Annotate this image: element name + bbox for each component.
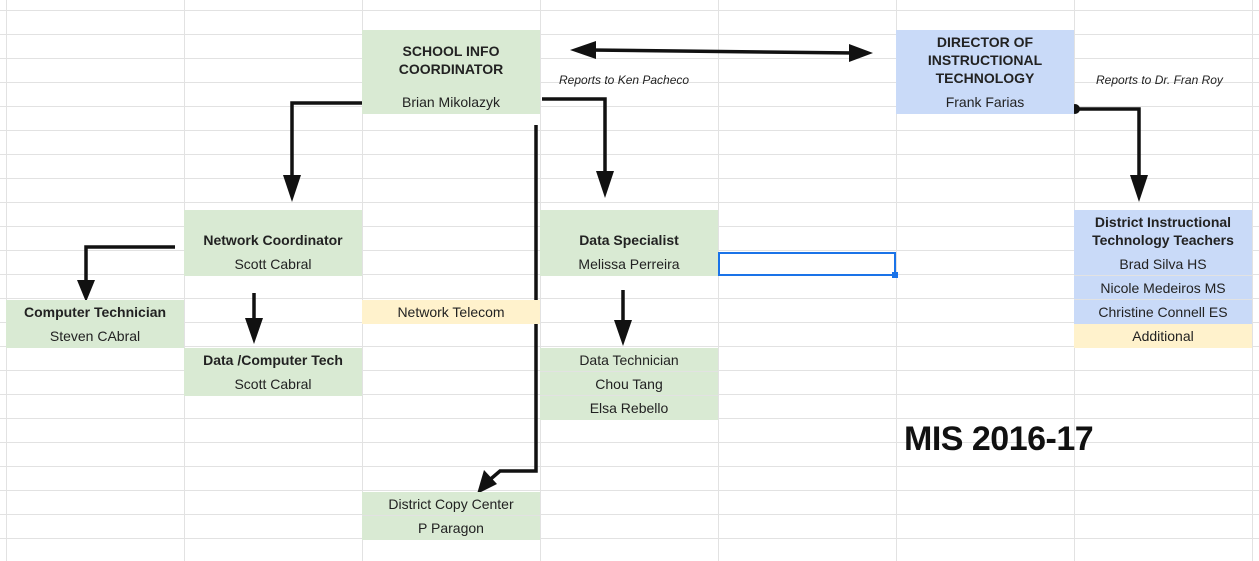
arrowhead-data-tech (614, 320, 632, 346)
arrowhead-data-specialist (596, 171, 614, 198)
computer-tech-name[interactable]: Steven CAbral (6, 324, 184, 348)
district-teacher-1[interactable]: Brad Silva HS (1074, 252, 1252, 276)
arrowhead-left (570, 41, 596, 59)
data-computer-tech-name[interactable]: Scott Cabral (184, 372, 362, 396)
arrow-double-line (589, 48, 856, 55)
selected-cell[interactable] (718, 252, 898, 278)
chart-title: MIS 2016-17 (904, 420, 1094, 458)
arrow-school-to-network (290, 101, 364, 180)
school-info-name[interactable]: Brian Mikolazyk (362, 90, 540, 114)
data-specialist-title[interactable]: Data Specialist (540, 210, 718, 252)
director-title[interactable]: DIRECTOR OF INSTRUCTIONAL TECHNOLOGY (896, 30, 1074, 90)
data-technician-member-2[interactable]: Elsa Rebello (540, 396, 718, 420)
arrowhead-copy-center (477, 470, 497, 494)
network-title[interactable]: Network Coordinator (184, 210, 362, 252)
arrowhead-teachers (1130, 175, 1148, 202)
arrow-network-to-computer-tech (84, 245, 175, 285)
arrowhead-right (849, 44, 873, 62)
district-teachers-title[interactable]: District Instructional Technology Teache… (1074, 210, 1252, 252)
copy-center-name[interactable]: P Paragon (362, 516, 540, 540)
data-specialist-name[interactable]: Melissa Perreira (540, 252, 718, 276)
network-name[interactable]: Scott Cabral (184, 252, 362, 276)
arrowhead-network (283, 175, 301, 202)
copy-center-title[interactable]: District Copy Center (362, 492, 540, 516)
arrow-director-to-teachers (1075, 107, 1141, 180)
note-reports-left: Reports to Ken Pacheco (559, 73, 690, 87)
district-teacher-3[interactable]: Christine Connell ES (1074, 300, 1252, 324)
arrowhead-data-computer-tech (245, 318, 263, 344)
fill-handle[interactable] (892, 272, 898, 278)
note-reports-right: Reports to Dr. Fran Roy (1096, 73, 1223, 87)
data-technician-member-1[interactable]: Chou Tang (540, 372, 718, 396)
data-computer-tech-title[interactable]: Data /Computer Tech (184, 348, 362, 372)
district-teacher-2[interactable]: Nicole Medeiros MS (1074, 276, 1252, 300)
network-telecom[interactable]: Network Telecom (362, 300, 540, 324)
arrowhead-computer-tech (77, 280, 95, 302)
arrow-school-to-data-specialist (542, 97, 607, 176)
data-technician-title[interactable]: Data Technician (540, 348, 718, 372)
district-teachers-additional[interactable]: Additional (1074, 324, 1252, 348)
computer-tech-title[interactable]: Computer Technician (6, 300, 184, 324)
director-name[interactable]: Frank Farias (896, 90, 1074, 114)
school-info-title[interactable]: SCHOOL INFO COORDINATOR (362, 30, 540, 90)
